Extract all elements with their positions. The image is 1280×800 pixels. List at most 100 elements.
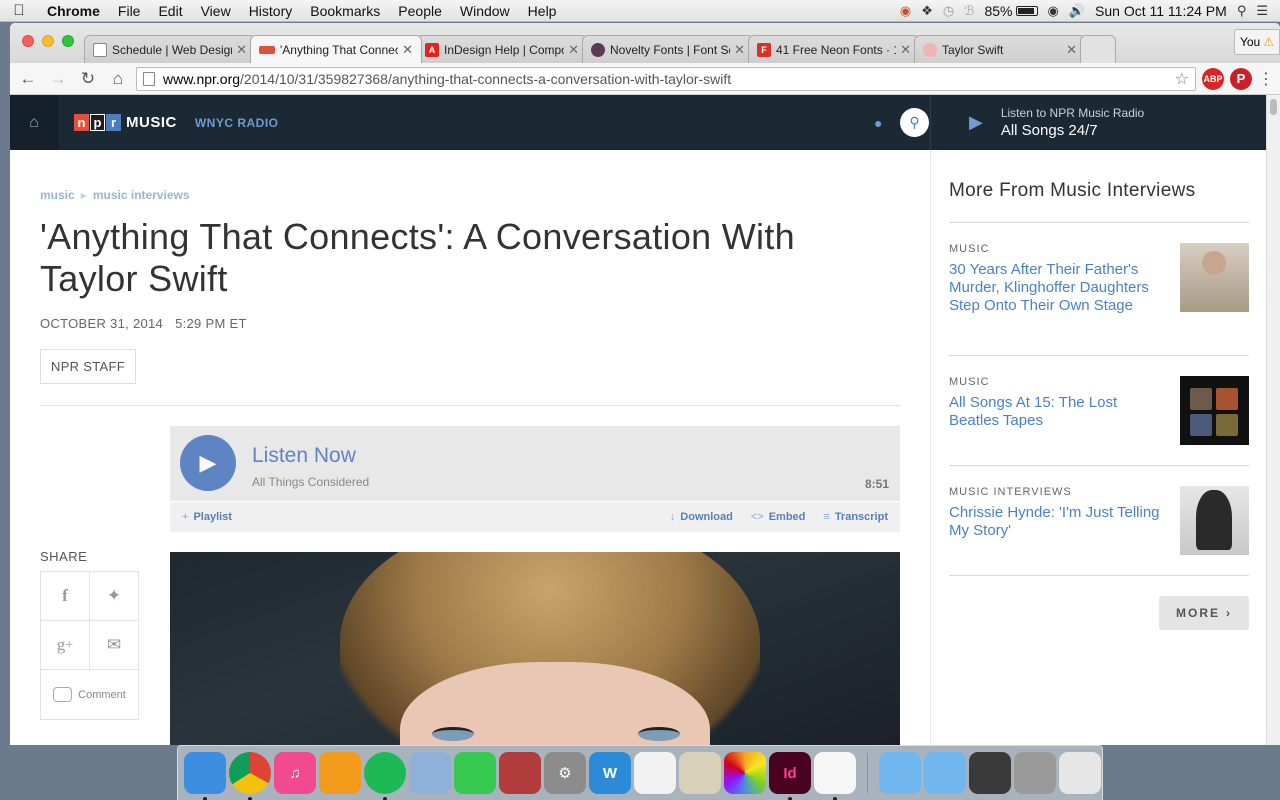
byline-npr-staff[interactable]: NPR STAFF: [40, 349, 136, 384]
search-icon[interactable]: ⚲: [900, 108, 929, 137]
tab-neon-fonts[interactable]: F 41 Free Neon Fonts · 10 ✕: [748, 35, 920, 63]
documents-folder-icon[interactable]: [924, 752, 966, 794]
new-tab-button[interactable]: [1080, 35, 1116, 63]
more-button[interactable]: MORE ›: [1159, 596, 1249, 630]
email-icon[interactable]: ✉: [89, 621, 138, 669]
adblock-plus-icon[interactable]: ABP: [1202, 67, 1224, 90]
apple-menu-icon[interactable]: : [0, 2, 38, 19]
scrollbar-thumb[interactable]: [1270, 99, 1277, 115]
tab-close-icon[interactable]: ✕: [734, 42, 745, 58]
embed-button[interactable]: <> Embed: [751, 511, 806, 523]
tab-indesign-help[interactable]: A InDesign Help | Compou ✕: [416, 35, 588, 63]
finder-icon[interactable]: [184, 752, 226, 800]
tab-close-icon[interactable]: ✕: [1066, 42, 1077, 58]
page-info-icon[interactable]: [143, 71, 155, 86]
transcript-button[interactable]: ≡ Transcript: [823, 511, 888, 523]
twitter-icon[interactable]: ✦: [89, 572, 138, 620]
list-item[interactable]: MUSIC 30 Years After Their Father's Murd…: [949, 243, 1249, 315]
breadcrumb-music[interactable]: music: [40, 188, 75, 202]
story-thumbnail[interactable]: [1180, 486, 1249, 555]
textedit-icon[interactable]: [634, 752, 676, 794]
google-plus-icon[interactable]: g +: [41, 621, 89, 669]
notification-center-icon[interactable]: ☰: [1256, 3, 1268, 19]
preview-icon[interactable]: [679, 752, 721, 794]
forward-button[interactable]: →: [46, 67, 70, 91]
facetime-icon[interactable]: [454, 752, 496, 794]
downloads-stack-icon[interactable]: [969, 752, 1011, 794]
menu-view[interactable]: View: [192, 3, 240, 19]
menu-chrome[interactable]: Chrome: [38, 3, 109, 19]
battery-indicator[interactable]: 85%: [984, 3, 1038, 19]
trash-icon[interactable]: [1059, 752, 1101, 794]
window-minimize-button[interactable]: [42, 35, 54, 47]
story-thumbnail[interactable]: [1180, 376, 1249, 445]
list-item[interactable]: MUSIC All Songs At 15: The Lost Beatles …: [949, 376, 1249, 445]
menu-bookmarks[interactable]: Bookmarks: [301, 3, 389, 19]
tab-npr-article[interactable]: 'Anything That Connects ✕: [250, 35, 422, 63]
comment-button[interactable]: Comment: [41, 670, 138, 719]
itunes-icon[interactable]: ♫: [274, 752, 316, 794]
menubar-clock[interactable]: Sun Oct 11 11:24 PM: [1095, 3, 1227, 19]
user-account-icon[interactable]: ●: [874, 115, 882, 131]
home-button[interactable]: ⌂: [106, 67, 130, 91]
status-app-icon[interactable]: ◉: [900, 3, 911, 19]
profile-button[interactable]: You ⚠: [1234, 29, 1280, 55]
volume-icon[interactable]: 🔊: [1069, 3, 1085, 19]
list-item[interactable]: MUSIC INTERVIEWS Chrissie Hynde: 'I'm Ju…: [949, 486, 1249, 555]
menu-window[interactable]: Window: [451, 3, 519, 19]
applications-folder-icon[interactable]: [879, 752, 921, 794]
tab-close-icon[interactable]: ✕: [900, 42, 911, 58]
tab-close-icon[interactable]: ✕: [402, 42, 413, 58]
menu-file[interactable]: File: [109, 3, 150, 19]
breadcrumb-music-interviews[interactable]: music interviews: [93, 188, 190, 202]
mail-stamp-icon[interactable]: [409, 752, 451, 794]
story-title[interactable]: All Songs At 15: The Lost Beatles Tapes: [949, 394, 1169, 430]
tab-close-icon[interactable]: ✕: [568, 42, 579, 58]
pinterest-icon[interactable]: P: [1230, 67, 1252, 90]
window-close-button[interactable]: [22, 35, 34, 47]
home-icon[interactable]: ⌂: [10, 95, 58, 150]
download-button[interactable]: ↓ Download: [670, 511, 733, 523]
menu-people[interactable]: People: [389, 3, 451, 19]
spotlight-search-icon[interactable]: ⚲: [1237, 3, 1247, 19]
radio-player[interactable]: ▶ Listen to NPR Music Radio All Songs 24…: [930, 95, 1266, 150]
npr-music-logo[interactable]: n p r MUSIC: [74, 114, 177, 131]
dropbox-icon[interactable]: ❖: [921, 3, 933, 19]
play-button[interactable]: ▶: [180, 435, 236, 491]
screen-stack-icon[interactable]: [1014, 752, 1056, 794]
reload-button[interactable]: ↻: [76, 67, 100, 91]
page-scrollbar[interactable]: [1266, 95, 1280, 745]
listen-now-label[interactable]: Listen Now: [252, 444, 356, 468]
playlist-button[interactable]: + Playlist: [182, 511, 232, 523]
facebook-icon[interactable]: f: [41, 572, 89, 620]
bookmark-star-icon[interactable]: ☆: [1175, 69, 1189, 89]
tab-schedule[interactable]: Schedule | Web Design ✕: [84, 35, 256, 63]
station-link[interactable]: WNYC RADIO: [195, 116, 279, 130]
menu-help[interactable]: Help: [519, 3, 566, 19]
acrobat-icon[interactable]: [814, 752, 856, 800]
chrome-icon[interactable]: [229, 752, 271, 800]
time-machine-icon[interactable]: ◷: [943, 3, 954, 19]
tab-close-icon[interactable]: ✕: [236, 42, 247, 58]
photos-icon[interactable]: [724, 752, 766, 794]
ibooks-icon[interactable]: [319, 752, 361, 794]
wifi-icon[interactable]: ◉: [1048, 3, 1059, 19]
chrome-menu-icon[interactable]: ⋮: [1258, 69, 1274, 89]
word-icon[interactable]: W: [589, 752, 631, 794]
menu-edit[interactable]: Edit: [149, 3, 191, 19]
system-preferences-icon[interactable]: ⚙: [544, 752, 586, 794]
address-bar[interactable]: www.npr.org/2014/10/31/359827368/anythin…: [136, 66, 1196, 91]
spotify-icon[interactable]: [364, 752, 406, 800]
tab-taylor-swift[interactable]: Taylor Swift ✕: [914, 35, 1086, 63]
story-title[interactable]: 30 Years After Their Father's Murder, Kl…: [949, 261, 1169, 315]
tab-novelty-fonts[interactable]: Novelty Fonts | Font Squ ✕: [582, 35, 754, 63]
play-radio-icon[interactable]: ▶: [969, 112, 983, 133]
window-zoom-button[interactable]: [62, 35, 74, 47]
bluetooth-icon[interactable]: ℬ: [964, 3, 974, 19]
photo-booth-icon[interactable]: [499, 752, 541, 794]
story-thumbnail[interactable]: [1180, 243, 1249, 312]
back-button[interactable]: ←: [16, 67, 40, 91]
story-title[interactable]: Chrissie Hynde: 'I'm Just Telling My Sto…: [949, 504, 1169, 540]
indesign-icon[interactable]: Id: [769, 752, 811, 800]
menu-history[interactable]: History: [240, 3, 302, 19]
